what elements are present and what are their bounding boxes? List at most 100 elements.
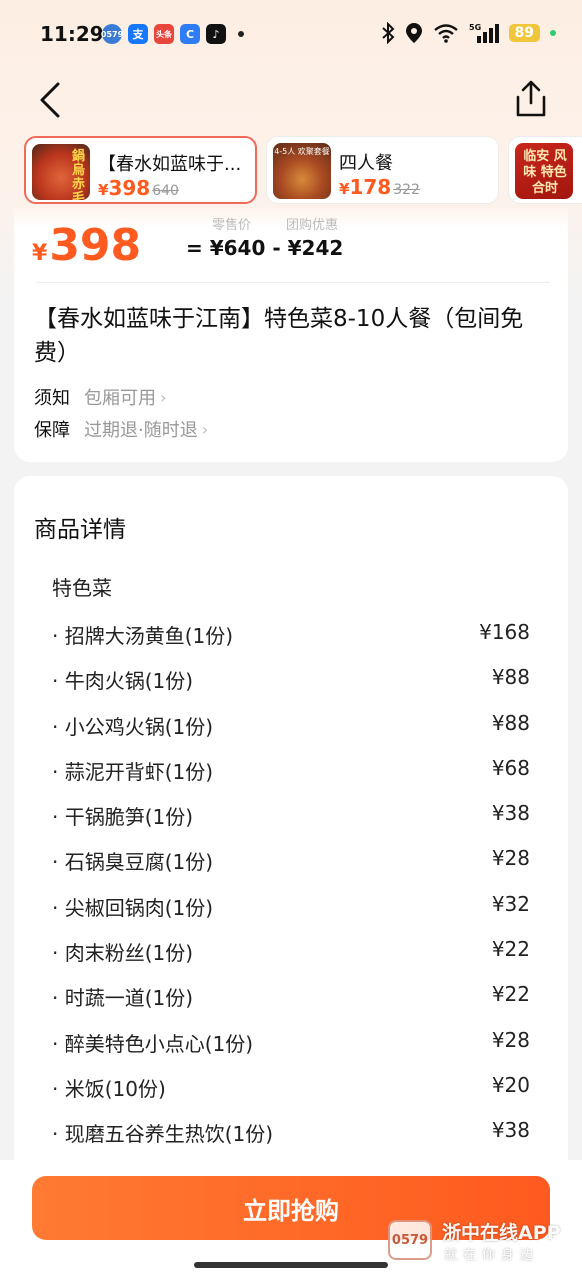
battery-indicator: 89 bbox=[508, 24, 540, 42]
deal-thumbnail-1-text: 鍋 烏 赤毛 烟火 bbox=[72, 149, 86, 201]
browser-app-icon: C bbox=[180, 24, 200, 44]
deal-thumbnail-2: 4-5人 欢聚套餐 bbox=[273, 143, 331, 199]
deal-tab-2-title: 四人餐 bbox=[339, 153, 393, 174]
list-item: · 现磨五谷养生热饮(1份) ¥38 bbox=[52, 1110, 530, 1155]
deal-tab-3[interactable]: 临安 风味 特色合时 bbox=[508, 136, 582, 204]
deal-tab-2-price-value: 178 bbox=[349, 175, 392, 199]
watermark: 0579 浙中在线APP 就在你身边 bbox=[388, 1218, 578, 1268]
bluetooth-icon bbox=[381, 22, 394, 44]
list-item: · 干锅脆笋(1份) ¥38 bbox=[52, 793, 530, 838]
deal-tab-1[interactable]: 鍋 烏 赤毛 烟火 【春水如蓝味于... ¥398640 bbox=[24, 136, 257, 204]
dish-name: · 小公鸡火锅(1份) bbox=[52, 714, 214, 739]
deal-tab-2[interactable]: 4-5人 欢聚套餐 四人餐 ¥178 322 bbox=[266, 136, 499, 204]
dish-price: ¥22 bbox=[491, 982, 530, 1007]
notice-key: 须知 bbox=[34, 388, 70, 409]
signal-icon: 5G bbox=[469, 23, 499, 43]
list-item: · 牛肉火锅(1份) ¥88 bbox=[52, 657, 530, 702]
wifi-icon bbox=[433, 24, 458, 43]
back-arrow-icon[interactable] bbox=[36, 82, 66, 118]
deal-thumbnail-2-text: 4-5人 欢聚套餐 bbox=[274, 147, 330, 156]
dish-price: ¥168 bbox=[479, 620, 530, 644]
deal-tab-2-price: ¥178 322 bbox=[339, 175, 420, 199]
list-item: · 小公鸡火锅(1份) ¥88 bbox=[52, 703, 530, 748]
retail-price-label: 零售价 bbox=[212, 218, 252, 233]
deal-tab-1-price-value: 398 bbox=[108, 176, 151, 200]
deal-tab-1-title: 【春水如蓝味于... bbox=[98, 154, 242, 175]
location-icon bbox=[405, 23, 422, 43]
divider bbox=[36, 282, 550, 283]
dish-price: ¥88 bbox=[491, 665, 530, 690]
deal-tab-2-currency: ¥ bbox=[339, 180, 350, 198]
watermark-name: 浙中在线APP bbox=[442, 1222, 561, 1244]
notification-dot-icon bbox=[238, 31, 244, 37]
list-item: · 尖椒回锅肉(1份) ¥32 bbox=[52, 884, 530, 929]
deal-price-value: 398 bbox=[49, 220, 142, 271]
price-formula: = ¥640 - ¥242 bbox=[186, 236, 344, 260]
dish-name: · 醉美特色小点心(1份) bbox=[52, 1031, 254, 1056]
list-item: · 招牌大汤黄鱼(1份) ¥168 bbox=[52, 612, 530, 657]
deal-tab-2-original-price: 322 bbox=[393, 182, 420, 198]
tiktok-icon: ♪ bbox=[206, 24, 226, 44]
watermark-tagline: 就在你身边 bbox=[444, 1248, 540, 1263]
dish-name: · 干锅脆笋(1份) bbox=[52, 805, 194, 830]
dish-name: · 尖椒回锅肉(1份) bbox=[52, 895, 214, 920]
dish-name: · 现磨五谷养生热饮(1份) bbox=[52, 1122, 274, 1147]
dish-price: ¥28 bbox=[491, 846, 530, 871]
list-item: · 蒜泥开背虾(1份) ¥68 bbox=[52, 748, 530, 793]
alipay-icon: 支 bbox=[128, 24, 148, 44]
dish-price: ¥20 bbox=[491, 1072, 530, 1097]
watermark-logo: 0579 bbox=[388, 1220, 432, 1260]
dish-price: ¥32 bbox=[491, 891, 530, 916]
home-indicator[interactable] bbox=[194, 1262, 388, 1268]
status-bar: 11:29 0579 支 头条 C ♪ 5G 89 bbox=[0, 0, 582, 70]
dish-name: · 米饭(10份) bbox=[52, 1076, 166, 1101]
dish-price: ¥38 bbox=[491, 801, 530, 826]
dish-name: · 时蔬一道(1份) bbox=[52, 986, 194, 1011]
dish-name: · 招牌大汤黄鱼(1份) bbox=[52, 624, 234, 648]
toutiao-icon: 头条 bbox=[154, 24, 174, 44]
share-icon[interactable] bbox=[514, 80, 548, 118]
group-discount-label: 团购优惠 bbox=[286, 218, 339, 233]
price-info-card: 零售价 团购优惠 ¥398 = ¥640 - ¥242 【春水如蓝味于江南】特色… bbox=[14, 206, 568, 462]
dish-price: ¥22 bbox=[491, 937, 530, 962]
status-right-icons: 5G 89 bbox=[381, 22, 556, 44]
network-type-label: 5G bbox=[469, 23, 481, 32]
deal-title: 【春水如蓝味于江南】特色菜8-10人餐（包间免费） bbox=[34, 306, 524, 366]
notice-row[interactable]: 须知 包厢可用 › bbox=[34, 384, 166, 410]
0579-app-icon: 0579 bbox=[101, 24, 123, 44]
guarantee-value: 过期退·随时退 bbox=[84, 420, 198, 441]
list-item: · 石锅臭豆腐(1份) ¥28 bbox=[52, 838, 530, 883]
product-details-title: 商品详情 bbox=[34, 517, 126, 543]
dish-name: · 牛肉火锅(1份) bbox=[52, 669, 194, 694]
deal-tab-1-original-price: 640 bbox=[152, 183, 179, 199]
dish-name: · 蒜泥开背虾(1份) bbox=[52, 759, 214, 784]
list-item: · 醉美特色小点心(1份) ¥28 bbox=[52, 1020, 530, 1065]
deal-tab-1-currency: ¥ bbox=[98, 181, 109, 199]
dish-name: · 肉末粉丝(1份) bbox=[52, 941, 194, 966]
dish-price: ¥88 bbox=[491, 710, 530, 735]
notice-value: 包厢可用 bbox=[84, 388, 156, 409]
deal-tab-1-price: ¥398 640 bbox=[98, 176, 179, 200]
charging-dot-icon bbox=[550, 30, 556, 36]
dish-price: ¥38 bbox=[491, 1118, 530, 1143]
chevron-right-icon: › bbox=[201, 419, 209, 439]
list-item: · 肉末粉丝(1份) ¥22 bbox=[52, 929, 530, 974]
status-time: 11:29 bbox=[40, 22, 104, 46]
dish-group-title: 特色菜 bbox=[52, 576, 112, 600]
deal-tabs-scroller[interactable]: 鍋 烏 赤毛 烟火 【春水如蓝味于... ¥398640 4-5人 欢聚套餐 四… bbox=[24, 136, 582, 206]
guarantee-row[interactable]: 保障 过期退·随时退 › bbox=[34, 416, 208, 442]
product-details-card: 商品详情 特色菜 · 招牌大汤黄鱼(1份) ¥168 · 牛肉火锅(1份) ¥88 … bbox=[14, 476, 568, 1196]
guarantee-key: 保障 bbox=[34, 420, 70, 441]
chevron-right-icon: › bbox=[160, 387, 167, 407]
deal-thumbnail-3-text: 临安 风味 特色合时 bbox=[523, 149, 567, 196]
list-item: · 时蔬一道(1份) ¥22 bbox=[52, 974, 530, 1019]
deal-thumbnail-1: 鍋 烏 赤毛 烟火 bbox=[32, 144, 90, 200]
dish-name: · 石锅臭豆腐(1份) bbox=[52, 850, 214, 875]
deal-price-currency: ¥ bbox=[32, 241, 48, 266]
status-app-icons: 0579 支 头条 C ♪ bbox=[101, 24, 244, 44]
deal-thumbnail-3: 临安 风味 特色合时 bbox=[515, 143, 573, 199]
dish-price: ¥28 bbox=[491, 1027, 530, 1052]
list-item: · 米饭(10份) ¥20 bbox=[52, 1065, 530, 1110]
dish-price: ¥68 bbox=[491, 755, 530, 780]
deal-price: ¥398 bbox=[32, 220, 141, 271]
